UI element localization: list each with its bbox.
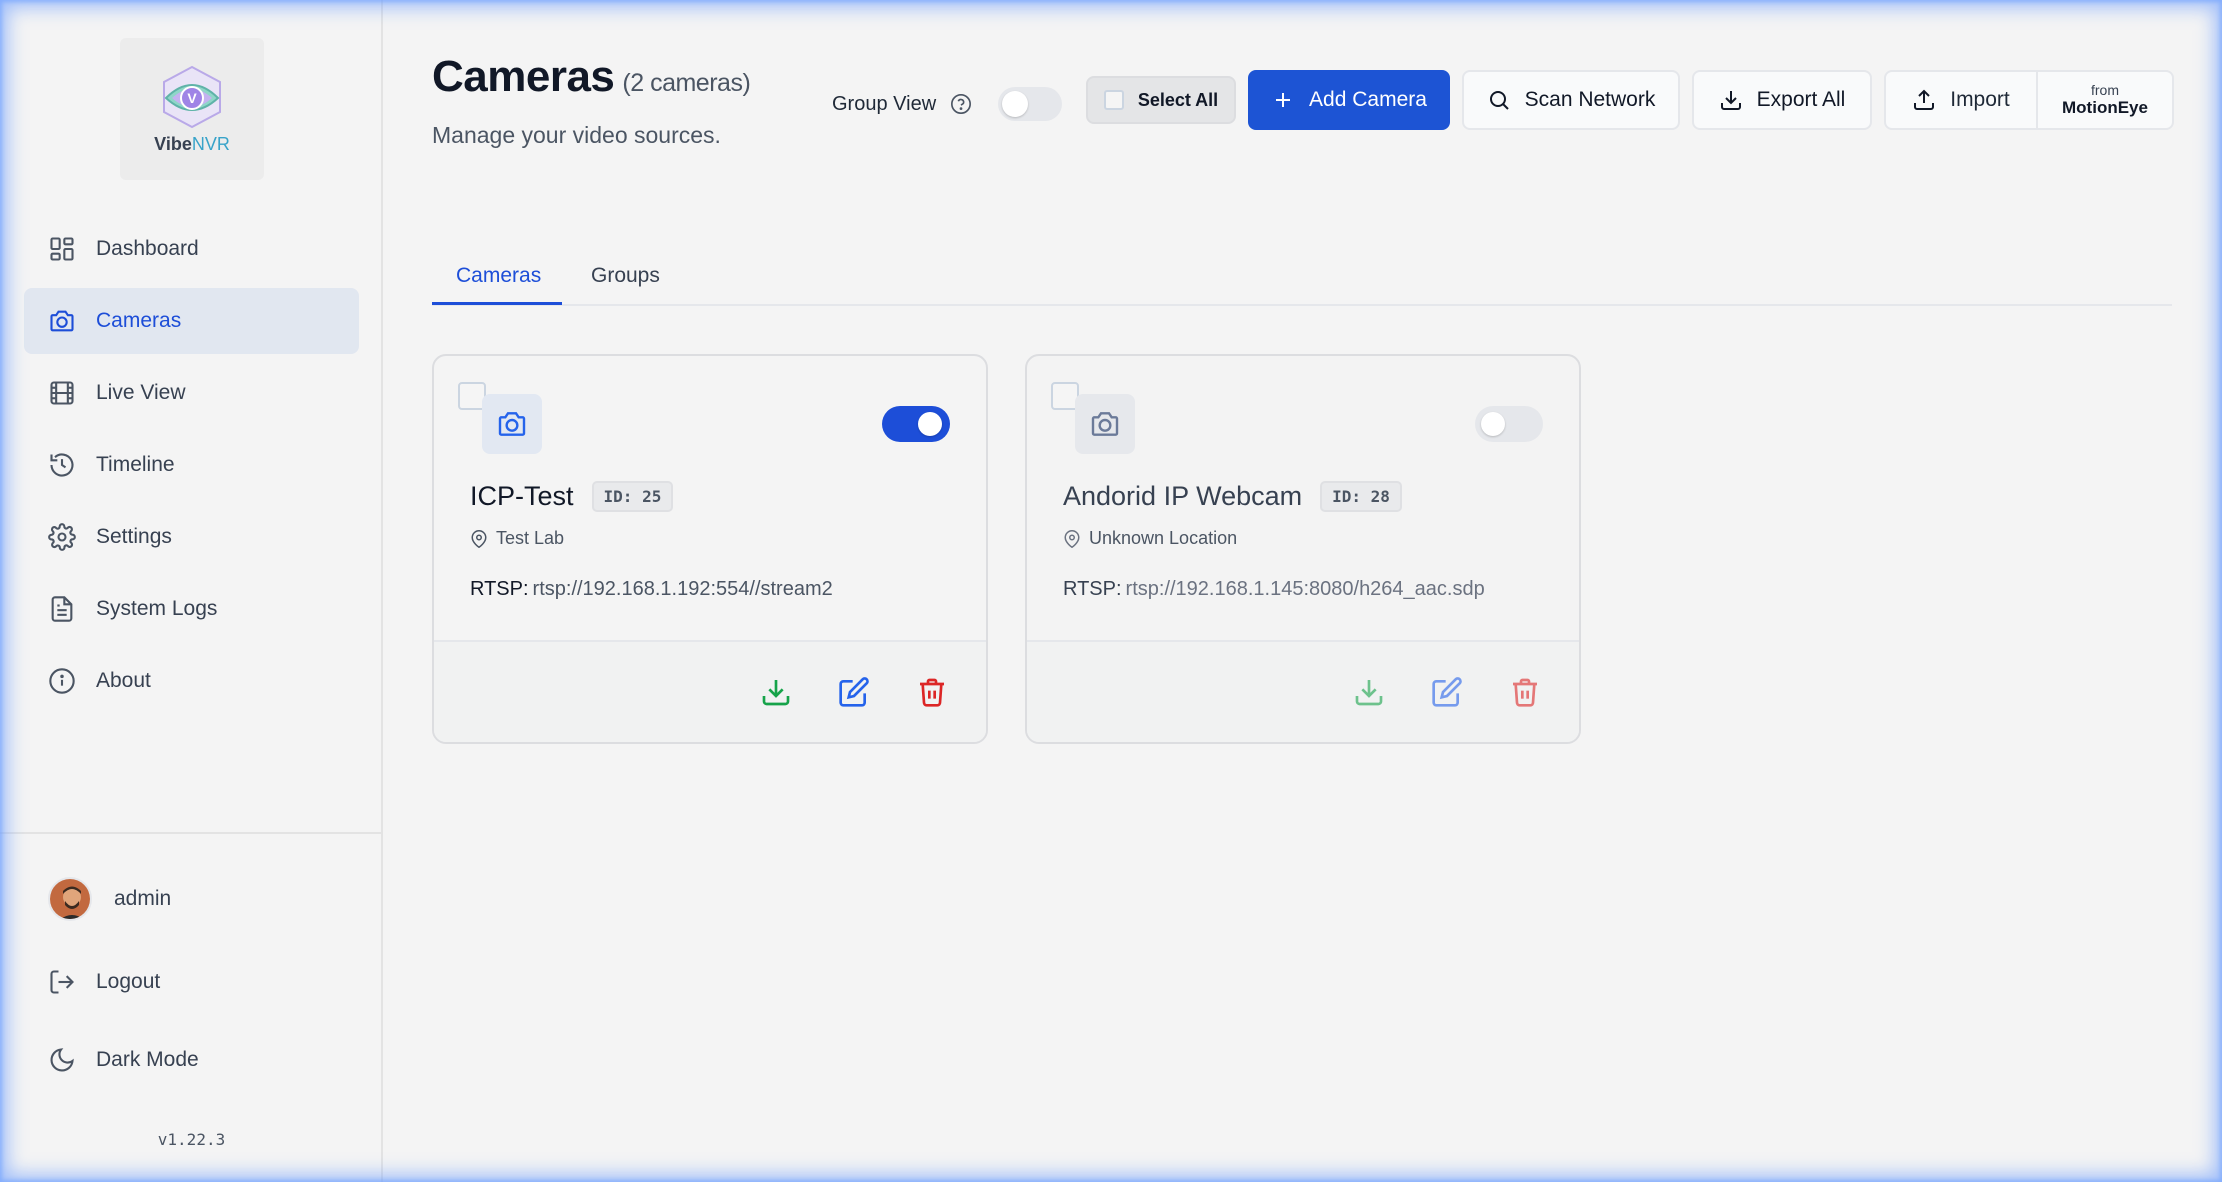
export-all-button[interactable]: Export All	[1692, 70, 1872, 130]
camera-icon	[498, 412, 526, 436]
sidebar-item-dashboard[interactable]: Dashboard	[24, 216, 359, 282]
sidebar-divider	[0, 832, 383, 834]
page-subtitle: Manage your video sources.	[432, 122, 721, 148]
camera-name-row: Andorid IP Webcam ID: 28	[1063, 481, 1402, 512]
camera-name: Andorid IP Webcam	[1063, 481, 1303, 511]
user-profile[interactable]: admin	[48, 877, 171, 921]
app-version: v1.22.3	[157, 1130, 226, 1149]
sidebar-item-system-logs[interactable]: System Logs	[24, 576, 359, 642]
rtsp-url: rtsp://192.168.1.145:8080/h264_aac.sdp	[1125, 578, 1485, 600]
camera-icon	[50, 310, 74, 332]
svg-text:V: V	[187, 90, 197, 106]
rtsp-url: rtsp://192.168.1.192:554//stream2	[532, 578, 833, 600]
download-icon[interactable]	[760, 676, 792, 708]
sidebar-item-about[interactable]: About	[24, 648, 359, 714]
scan-network-button[interactable]: Scan Network	[1462, 70, 1680, 130]
dashboard-icon	[50, 237, 74, 261]
camera-enable-toggle[interactable]	[882, 406, 950, 442]
sidebar-item-label: Live View	[96, 381, 186, 404]
sidebar-item-cameras[interactable]: Cameras	[24, 288, 359, 354]
sidebar-item-label: Timeline	[96, 453, 175, 476]
camera-rtsp: RTSP: rtsp://192.168.1.192:554//stream2	[470, 578, 833, 600]
camera-name: ICP-Test	[470, 481, 574, 511]
sidebar-nav: Dashboard Cameras Live View Timeline Set…	[24, 216, 359, 720]
sidebar-item-label: About	[96, 669, 151, 692]
eye-logo-icon: V	[163, 65, 221, 128]
camera-card-actions	[434, 640, 986, 742]
trash-icon[interactable]	[1509, 676, 1541, 708]
tabs: Cameras Groups	[432, 254, 2172, 306]
moon-icon	[50, 1048, 74, 1072]
upload-icon	[1914, 89, 1935, 110]
camera-enable-toggle[interactable]	[1475, 406, 1543, 442]
sidebar-item-live-view[interactable]: Live View	[24, 360, 359, 426]
app-logo[interactable]: V VibeNVR	[120, 38, 264, 180]
info-icon	[49, 668, 75, 694]
download-icon[interactable]	[1353, 676, 1385, 708]
logout-icon	[50, 970, 74, 994]
group-view-toggle[interactable]	[998, 87, 1063, 121]
camera-icon	[1091, 412, 1119, 436]
film-icon	[50, 381, 74, 405]
gear-icon	[48, 523, 76, 551]
tab-groups[interactable]: Groups	[591, 264, 660, 288]
import-button-group: Import from MotionEye	[1884, 70, 2174, 130]
group-view-control: Group View	[832, 87, 1063, 121]
import-from-motioneye-button[interactable]: from MotionEye	[2038, 72, 2172, 128]
select-all-button[interactable]: Select All	[1086, 76, 1236, 124]
camera-location: Unknown Location	[1063, 528, 1237, 549]
user-name: admin	[114, 887, 172, 910]
toggle-knob	[1002, 91, 1029, 117]
active-tab-indicator	[432, 302, 562, 305]
camera-thumbnail	[482, 394, 542, 454]
trash-icon[interactable]	[916, 676, 948, 708]
camera-name-row: ICP-Test ID: 25	[470, 481, 674, 512]
toggle-knob	[1481, 412, 1505, 436]
select-all-checkbox[interactable]	[1103, 90, 1124, 110]
dark-mode-button[interactable]: Dark Mode	[48, 1046, 199, 1074]
camera-thumbnail	[1075, 394, 1135, 454]
camera-id-badge: ID: 25	[591, 481, 674, 512]
sidebar-item-label: System Logs	[96, 597, 218, 620]
camera-card: ICP-Test ID: 25 Test Lab RTSP: rtsp://192…	[432, 354, 988, 744]
page-title: Cameras (2 cameras)	[432, 52, 751, 101]
document-icon	[51, 596, 73, 622]
sidebar-item-label: Cameras	[96, 309, 182, 332]
camera-card: Andorid IP Webcam ID: 28 Unknown Locatio…	[1025, 354, 1581, 744]
download-icon	[1720, 91, 1741, 110]
logout-button[interactable]: Logout	[48, 968, 160, 996]
tab-cameras[interactable]: Cameras	[456, 264, 541, 288]
search-icon	[1489, 91, 1509, 110]
import-button[interactable]: Import	[1886, 72, 2038, 128]
camera-location: Test Lab	[470, 528, 564, 549]
camera-rtsp: RTSP: rtsp://192.168.1.145:8080/h264_aac.…	[1063, 578, 1485, 600]
add-camera-button[interactable]: Add Camera	[1248, 70, 1450, 130]
sidebar-item-settings[interactable]: Settings	[24, 504, 359, 570]
sidebar-item-timeline[interactable]: Timeline	[24, 432, 359, 498]
plus-icon	[1276, 93, 1291, 107]
map-pin-icon	[471, 529, 487, 548]
camera-count: (2 cameras)	[622, 69, 751, 97]
avatar	[48, 877, 92, 921]
group-view-label: Group View	[832, 92, 937, 115]
camera-card-actions	[1027, 640, 1579, 742]
toggle-knob	[918, 412, 942, 436]
edit-icon[interactable]	[838, 676, 870, 708]
sidebar-item-label: Settings	[96, 525, 172, 548]
sidebar: V VibeNVR Dashboard Cameras Live View Ti…	[0, 0, 383, 1182]
history-icon	[50, 453, 74, 477]
logo-text: VibeNVR	[154, 133, 230, 154]
edit-icon[interactable]	[1431, 676, 1463, 708]
map-pin-icon	[1064, 529, 1080, 548]
sidebar-item-label: Dashboard	[96, 237, 199, 260]
help-icon[interactable]	[950, 93, 972, 115]
camera-id-badge: ID: 28	[1320, 481, 1402, 512]
